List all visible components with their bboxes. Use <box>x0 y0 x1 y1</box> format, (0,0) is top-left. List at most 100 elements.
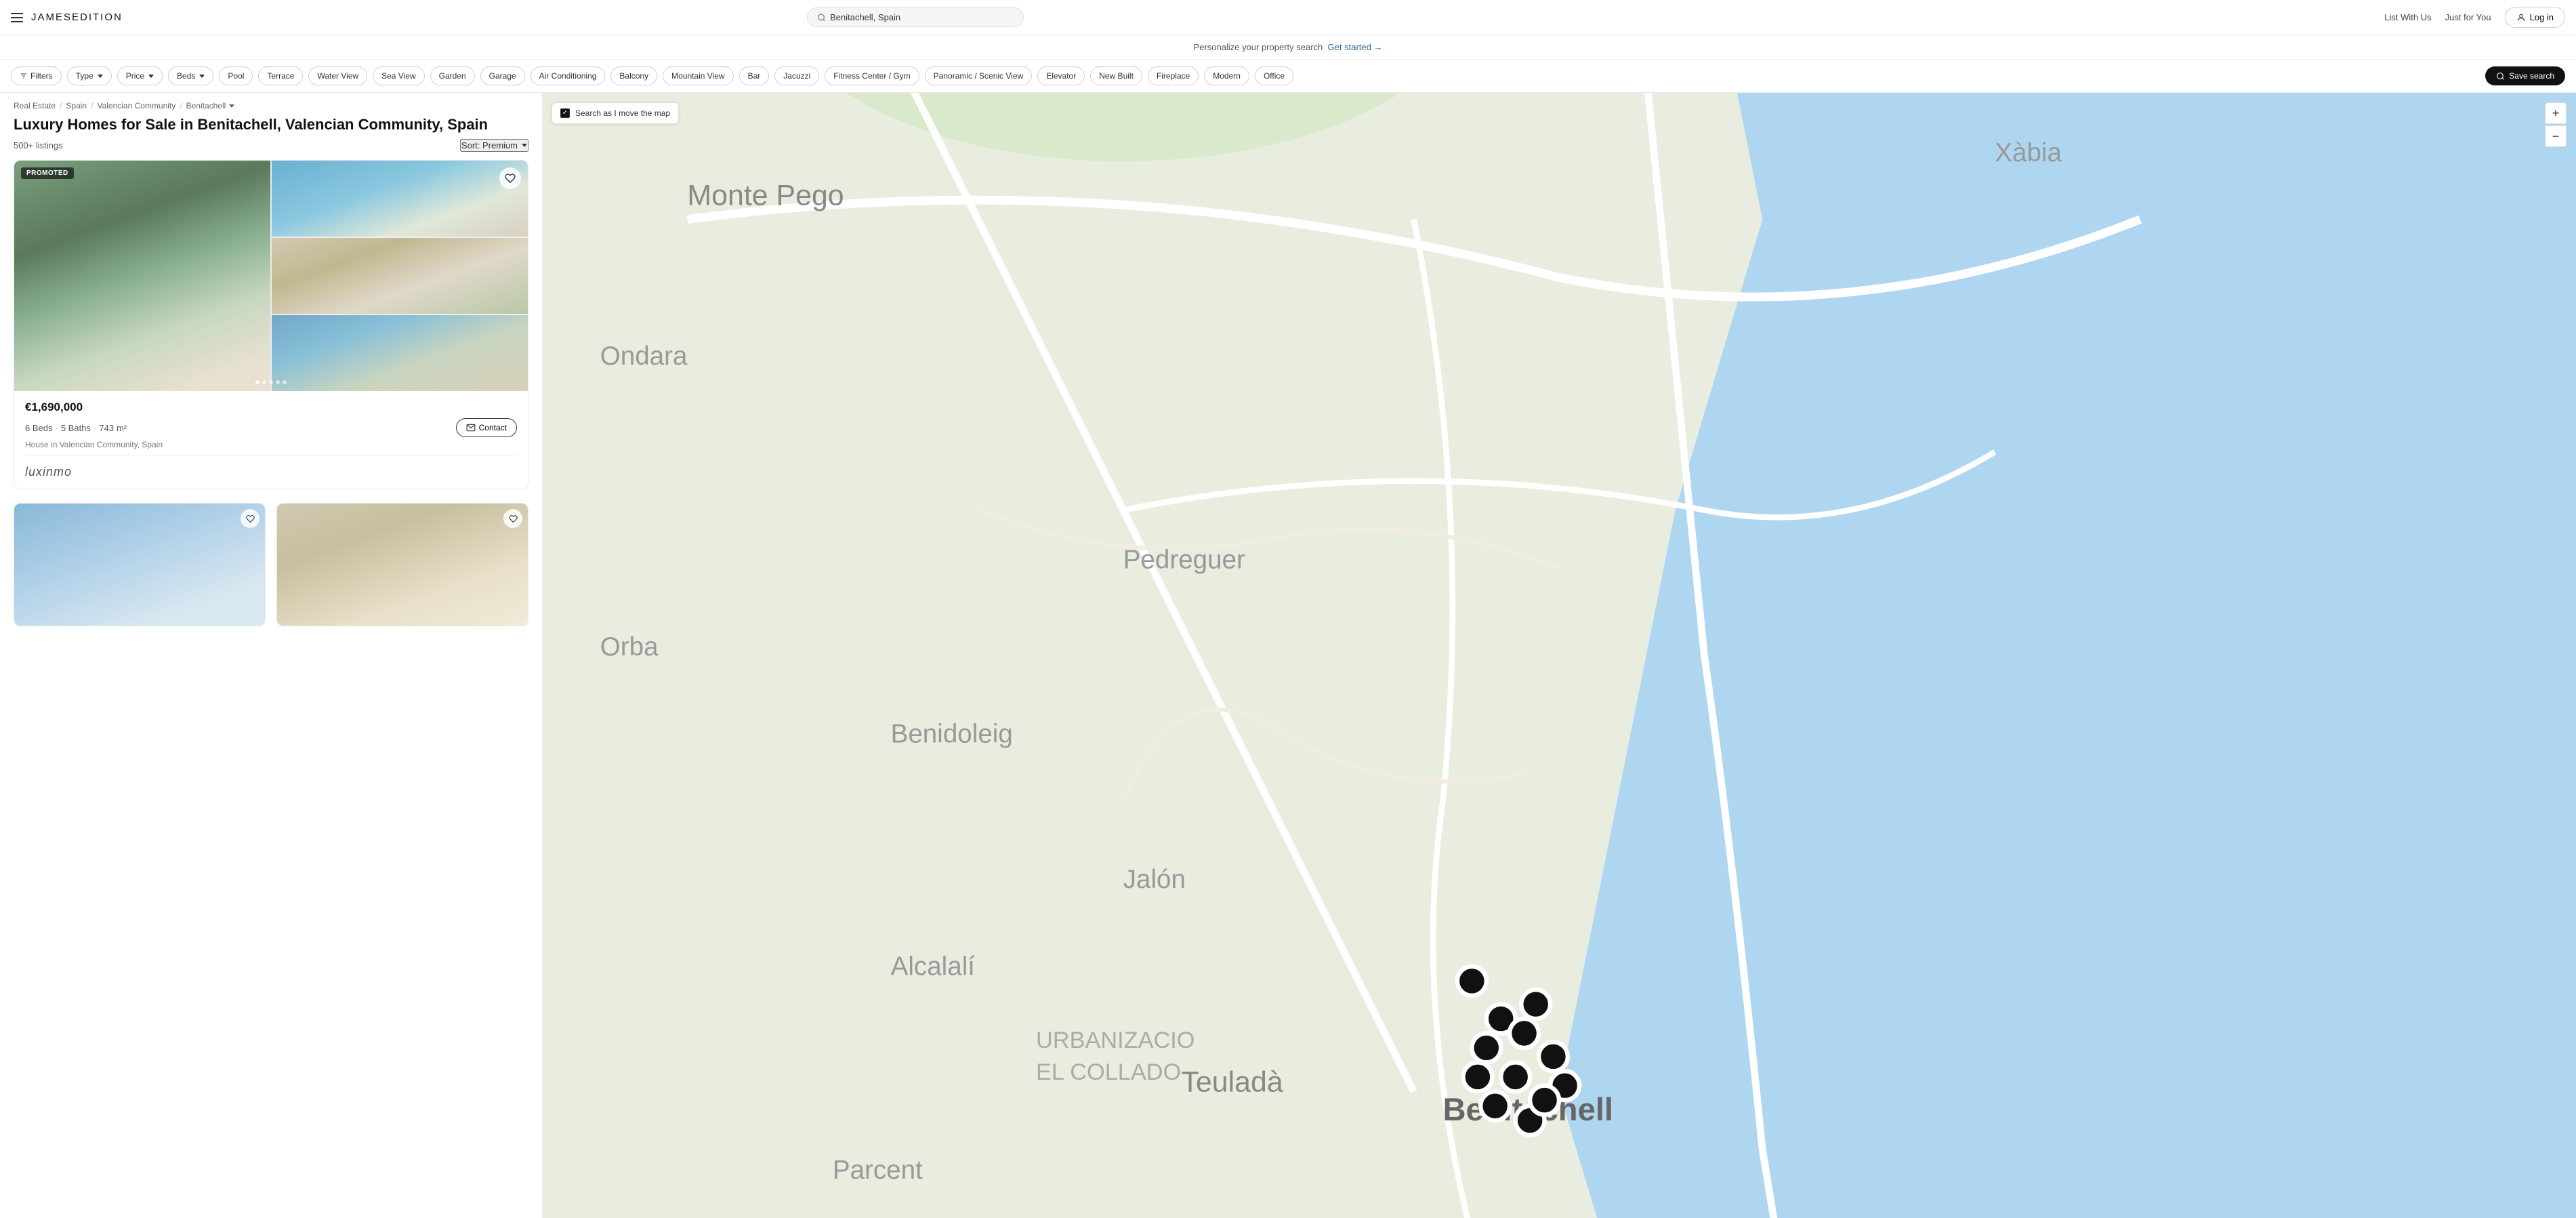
chevron-down-icon <box>229 104 234 108</box>
filters-icon <box>20 72 28 80</box>
svg-text:Ondara: Ondara <box>600 342 688 371</box>
img-dot-1[interactable] <box>255 380 259 384</box>
img-dot-5[interactable] <box>283 380 287 384</box>
heart-icon <box>509 514 518 523</box>
filter-fitness-center[interactable]: Fitness Center / Gym <box>825 66 919 85</box>
user-icon <box>2516 13 2526 22</box>
save-search-button[interactable]: Save search <box>2485 66 2565 85</box>
filter-panoramic[interactable]: Panoramic / Scenic View <box>925 66 1033 85</box>
login-label: Log in <box>2530 12 2554 22</box>
promo-text: Personalize your property search <box>1194 42 1323 52</box>
map-panel[interactable]: Monte Pego Dénia Ondara Xàbia Orba Benid… <box>542 93 2576 1218</box>
filter-jacuzzi[interactable]: Jacuzzi <box>774 66 819 85</box>
listing-details-row: 6 Beds · 5 Baths · 743 m² Contact <box>25 418 517 437</box>
search-input[interactable] <box>830 12 1014 22</box>
hamburger-menu[interactable] <box>11 13 23 22</box>
breadcrumb-benitachell[interactable]: Benitachell <box>186 101 235 110</box>
price-filter[interactable]: Price <box>117 66 163 85</box>
search-as-move-checkbox[interactable]: ✓ <box>560 108 570 118</box>
listing-images: PROMOTED <box>14 161 528 391</box>
save-listing-button[interactable] <box>499 167 521 189</box>
img-dot-3[interactable] <box>269 380 273 384</box>
beds-count: 6 Beds <box>25 423 52 433</box>
cards-row <box>14 503 528 626</box>
dot-sep-2: · <box>94 423 96 433</box>
map-svg: Monte Pego Dénia Ondara Xàbia Orba Benid… <box>542 93 2576 1218</box>
search-save-icon <box>2496 72 2505 81</box>
filter-new-built[interactable]: New Built <box>1090 66 1142 85</box>
type-label: Type <box>76 71 94 81</box>
zoom-in-button[interactable]: + <box>2545 102 2567 124</box>
save-listing-small-2-button[interactable] <box>503 509 522 528</box>
listing-image-small-2 <box>277 504 528 626</box>
contact-label: Contact <box>479 423 507 432</box>
save-listing-small-1-button[interactable] <box>241 509 259 528</box>
breadcrumb-spain[interactable]: Spain <box>66 101 87 110</box>
svg-text:Alcalalí: Alcalalí <box>891 952 976 981</box>
filter-fireplace[interactable]: Fireplace <box>1148 66 1199 85</box>
area-value: 743 <box>99 423 114 433</box>
logo-edition: EDITION <box>72 12 123 23</box>
chevron-down-icon <box>148 75 154 78</box>
listing-card-small-2 <box>276 503 528 626</box>
login-button[interactable]: Log in <box>2505 7 2565 28</box>
filter-bar-chip[interactable]: Bar <box>739 66 770 85</box>
logo[interactable]: JAMESEDITION <box>31 12 123 23</box>
listing-thumb-2 <box>272 238 528 314</box>
search-as-move-label: Search as I move the map <box>575 108 670 118</box>
filter-terrace[interactable]: Terrace <box>258 66 303 85</box>
filter-mountain-view[interactable]: Mountain View <box>663 66 734 85</box>
price-label: Price <box>126 71 144 81</box>
chevron-down-icon <box>522 144 527 147</box>
area-unit: m² <box>117 423 127 433</box>
promo-cta[interactable]: Get started → <box>1328 42 1383 52</box>
listing-card: PROMOTED <box>14 160 528 489</box>
filter-modern[interactable]: Modern <box>1204 66 1249 85</box>
filter-office[interactable]: Office <box>1255 66 1293 85</box>
img-dot-2[interactable] <box>262 380 266 384</box>
search-bar[interactable] <box>807 7 1024 27</box>
breadcrumb-sep-2: / <box>91 101 93 110</box>
listing-location: House in Valencian Community, Spain <box>25 440 517 449</box>
filter-pool[interactable]: Pool <box>219 66 253 85</box>
page-title: Luxury Homes for Sale in Benitachell, Va… <box>0 110 542 136</box>
filters-label: Filters <box>30 71 53 81</box>
beds-filter[interactable]: Beds <box>168 66 213 85</box>
listing-info: €1,690,000 6 Beds · 5 Baths · 743 m² <box>14 391 528 489</box>
list-with-us-link[interactable]: List With Us <box>2384 12 2431 22</box>
dot-sep-1: · <box>55 423 58 433</box>
svg-text:Orba: Orba <box>600 632 659 662</box>
heart-icon <box>505 173 516 184</box>
filter-air-conditioning[interactable]: Air Conditioning <box>531 66 606 85</box>
baths-count: 5 Baths <box>61 423 91 433</box>
envelope-icon <box>466 423 476 432</box>
chevron-down-icon <box>98 75 103 78</box>
image-dots <box>255 380 287 384</box>
svg-text:EL COLLADO: EL COLLADO <box>1036 1059 1181 1085</box>
sort-button[interactable]: Sort: Premium <box>460 139 528 152</box>
map-container[interactable]: Monte Pego Dénia Ondara Xàbia Orba Benid… <box>542 93 2576 1218</box>
filter-sea-view[interactable]: Sea View <box>373 66 424 85</box>
breadcrumb-sep-3: / <box>180 101 182 110</box>
breadcrumb-real-estate[interactable]: Real Estate <box>14 101 56 110</box>
search-as-move-checkbox-container[interactable]: ✓ Search as I move the map <box>552 102 679 124</box>
left-panel: Real Estate / Spain / Valencian Communit… <box>0 93 542 1218</box>
chevron-down-icon <box>199 75 205 78</box>
filters-button[interactable]: Filters <box>11 66 62 85</box>
breadcrumb-valencian-community[interactable]: Valencian Community <box>97 101 175 110</box>
filter-elevator[interactable]: Elevator <box>1037 66 1085 85</box>
img-dot-4[interactable] <box>276 380 280 384</box>
filter-garden[interactable]: Garden <box>430 66 475 85</box>
just-for-you-link[interactable]: Just for You <box>2445 12 2491 22</box>
svg-text:Xàbia: Xàbia <box>1995 138 2062 167</box>
contact-button[interactable]: Contact <box>456 418 517 437</box>
filter-garage[interactable]: Garage <box>480 66 525 85</box>
svg-text:URBANIZACIO: URBANIZACIO <box>1036 1028 1194 1053</box>
type-filter[interactable]: Type <box>67 66 112 85</box>
listing-thumb-1 <box>272 161 528 237</box>
filter-water-view[interactable]: Water View <box>308 66 367 85</box>
filter-balcony[interactable]: Balcony <box>610 66 657 85</box>
svg-text:Parcent: Parcent <box>833 1156 923 1185</box>
sort-label: Sort: Premium <box>461 140 518 150</box>
zoom-out-button[interactable]: − <box>2545 125 2567 147</box>
